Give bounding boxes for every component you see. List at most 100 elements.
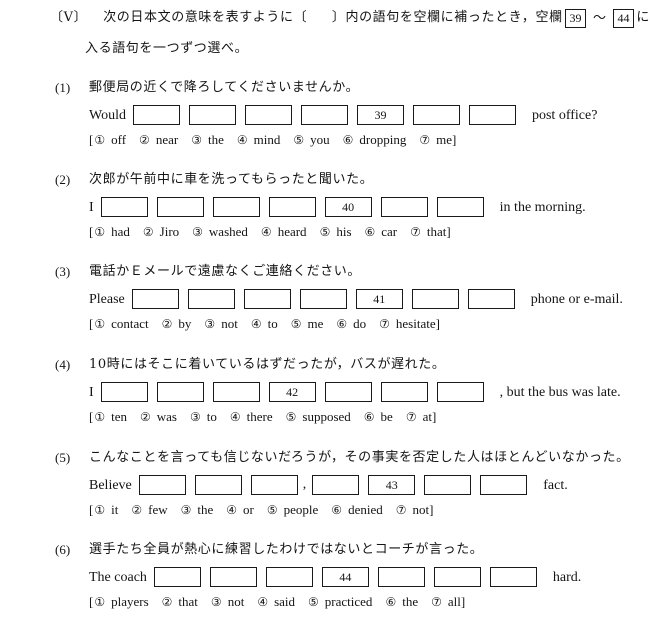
option-choice[interactable]: ⑤ you bbox=[293, 131, 329, 149]
question-prompt-row: (1) 郵便局の近くで降ろしてくださいませんか。 bbox=[0, 78, 650, 97]
option-choice[interactable]: ⑥ denied bbox=[331, 501, 382, 519]
option-choice[interactable]: ⑤ supposed bbox=[286, 408, 351, 426]
option-choice[interactable]: ② that bbox=[162, 593, 198, 611]
answer-blank[interactable] bbox=[156, 197, 204, 217]
answer-blank[interactable] bbox=[131, 289, 179, 309]
option-choice[interactable]: ⑥ car bbox=[365, 223, 398, 241]
option-choice[interactable]: ⑦ hesitate bbox=[379, 315, 435, 333]
option-choice[interactable]: ② by bbox=[162, 315, 192, 333]
option-choice[interactable]: ④ there bbox=[230, 408, 273, 426]
option-choice[interactable]: ⑦ all bbox=[431, 593, 461, 611]
answer-blank[interactable] bbox=[380, 382, 428, 402]
answer-blank-numbered[interactable]: 41 bbox=[355, 289, 403, 309]
answer-blank[interactable] bbox=[412, 105, 460, 125]
option-choice[interactable]: ② was bbox=[140, 408, 177, 426]
answer-blank-numbered[interactable]: 40 bbox=[324, 197, 372, 217]
option-choice[interactable]: ④ mind bbox=[237, 131, 281, 149]
option-choice[interactable]: ④ or bbox=[226, 501, 254, 519]
answer-blank[interactable] bbox=[411, 289, 459, 309]
answer-blank[interactable] bbox=[209, 567, 257, 587]
answer-blank[interactable] bbox=[100, 197, 148, 217]
sentence-tail-text: fact. bbox=[543, 477, 568, 493]
option-choice[interactable]: ① had bbox=[94, 223, 130, 241]
answer-blank-numbered[interactable]: 42 bbox=[268, 382, 316, 402]
instruction-text-c: に bbox=[636, 10, 650, 25]
sentence-lead-text: Please bbox=[89, 291, 125, 307]
option-word: me bbox=[307, 316, 324, 331]
answer-blank[interactable] bbox=[436, 197, 484, 217]
option-choice[interactable]: ① ten bbox=[94, 408, 127, 426]
answer-blank[interactable] bbox=[100, 382, 148, 402]
option-choice[interactable]: ⑤ me bbox=[291, 315, 324, 333]
option-word: ten bbox=[111, 409, 127, 424]
answer-blank[interactable] bbox=[468, 105, 516, 125]
question-japanese-text: 10時にはそこに着いているはずだったが，バスが遅れた。 bbox=[89, 357, 446, 372]
option-choice[interactable]: ④ said bbox=[257, 593, 295, 611]
option-choice[interactable]: ① contact bbox=[94, 315, 148, 333]
answer-blank[interactable] bbox=[300, 105, 348, 125]
option-choice[interactable]: ② near bbox=[139, 131, 178, 149]
option-choice[interactable]: ⑤ people bbox=[267, 501, 318, 519]
option-choice[interactable]: ③ washed bbox=[192, 223, 248, 241]
option-choice[interactable]: ③ the bbox=[181, 501, 214, 519]
answer-blank[interactable] bbox=[243, 289, 291, 309]
option-choice[interactable]: ⑦ at bbox=[406, 408, 432, 426]
option-choice[interactable]: ② few bbox=[131, 501, 167, 519]
option-choice[interactable]: ③ the bbox=[191, 131, 224, 149]
answer-blank[interactable] bbox=[480, 475, 528, 495]
answer-blank-numbered[interactable]: 43 bbox=[368, 475, 416, 495]
option-choice[interactable]: ⑥ be bbox=[364, 408, 393, 426]
option-number-icon: ⑦ bbox=[379, 317, 390, 331]
answer-blank[interactable] bbox=[377, 567, 425, 587]
answer-blank[interactable] bbox=[467, 289, 515, 309]
answer-blank-numbered[interactable]: 39 bbox=[356, 105, 404, 125]
option-choice[interactable]: ⑦ that bbox=[410, 223, 446, 241]
answer-blank[interactable] bbox=[138, 475, 186, 495]
option-choice[interactable]: ⑥ the bbox=[385, 593, 418, 611]
answer-blank[interactable] bbox=[212, 382, 260, 402]
option-choice[interactable]: ④ heard bbox=[261, 223, 307, 241]
header-range-tilde: ～ bbox=[593, 10, 607, 25]
answer-blank[interactable] bbox=[156, 382, 204, 402]
answer-blank[interactable] bbox=[187, 289, 235, 309]
option-choice[interactable]: ⑦ not bbox=[396, 501, 429, 519]
answer-blank[interactable] bbox=[244, 105, 292, 125]
answer-blank[interactable] bbox=[380, 197, 428, 217]
option-choice[interactable]: ① players bbox=[94, 593, 148, 611]
option-choice[interactable]: ③ to bbox=[190, 408, 217, 426]
option-choice[interactable]: ⑤ practiced bbox=[308, 593, 372, 611]
option-choice[interactable]: ① it bbox=[94, 501, 118, 519]
option-choice[interactable]: ③ not bbox=[204, 315, 237, 333]
answer-blank[interactable] bbox=[212, 197, 260, 217]
answer-blank[interactable] bbox=[188, 105, 236, 125]
option-choice[interactable]: ⑥ do bbox=[336, 315, 366, 333]
options-row: [① it ② few ③ the ④ or ⑤ people ⑥ denied ⑦ not] bbox=[0, 501, 650, 519]
option-word: near bbox=[155, 132, 179, 147]
answer-blank[interactable] bbox=[268, 197, 316, 217]
option-choice[interactable]: ⑥ dropping bbox=[343, 131, 407, 149]
answer-blank[interactable] bbox=[424, 475, 472, 495]
answer-blank[interactable] bbox=[299, 289, 347, 309]
option-choice[interactable]: ④ to bbox=[251, 315, 278, 333]
answer-blank[interactable] bbox=[132, 105, 180, 125]
options-open-bracket: [ bbox=[89, 224, 94, 239]
answer-blank[interactable] bbox=[436, 382, 484, 402]
answer-blank[interactable] bbox=[312, 475, 360, 495]
answer-blank-numbered[interactable]: 44 bbox=[321, 567, 369, 587]
option-word: off bbox=[111, 132, 127, 147]
question-prompt-row: (2) 次郎が午前中に車を洗ってもらったと聞いた。 bbox=[0, 170, 650, 189]
sentence-comma: , bbox=[302, 477, 307, 492]
option-choice[interactable]: ③ not bbox=[211, 593, 244, 611]
answer-blank[interactable] bbox=[250, 475, 298, 495]
option-choice[interactable]: ⑤ his bbox=[320, 223, 352, 241]
answer-blank[interactable] bbox=[324, 382, 372, 402]
answer-blank[interactable] bbox=[433, 567, 481, 587]
option-choice[interactable]: ⑦ me bbox=[419, 131, 452, 149]
answer-blank[interactable] bbox=[153, 567, 201, 587]
answer-blank[interactable] bbox=[265, 567, 313, 587]
answer-blank[interactable] bbox=[489, 567, 537, 587]
option-choice[interactable]: ② Jiro bbox=[143, 223, 179, 241]
answer-blank[interactable] bbox=[194, 475, 242, 495]
options-close-bracket: ] bbox=[429, 502, 434, 517]
option-choice[interactable]: ① off bbox=[94, 131, 126, 149]
